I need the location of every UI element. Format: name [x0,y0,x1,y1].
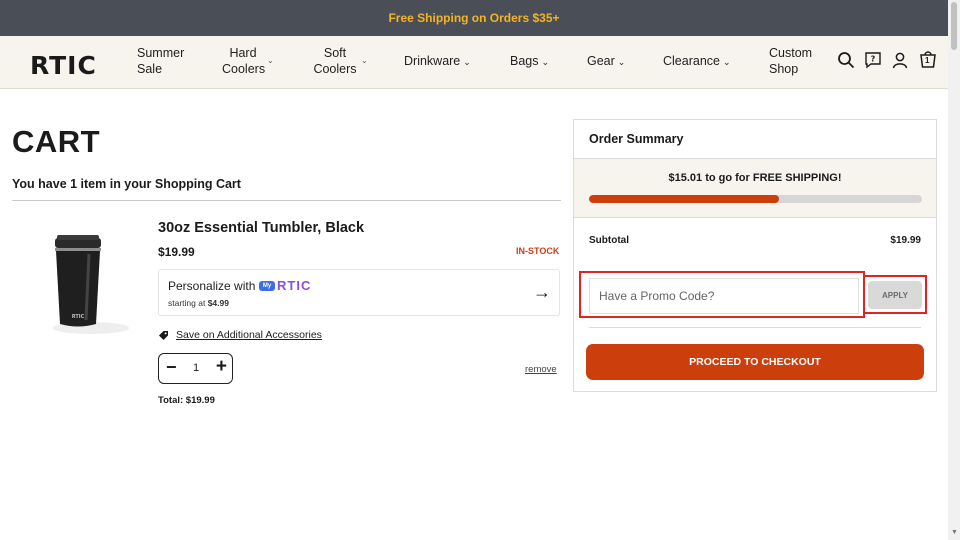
promo-code-input[interactable] [589,278,859,314]
svg-text:RTIC: RTIC [72,314,85,320]
scrollbar-thumb[interactable] [951,2,957,50]
divider [12,200,561,201]
increase-quantity-button[interactable]: + [216,356,227,378]
chevron-down-icon: ⌄ [541,57,550,67]
nav-item-drinkware[interactable]: Drinkware ⌄ [404,53,471,70]
item-total-label: Total: [158,395,184,406]
additional-accessories-link[interactable]: Save on Additional Accessories [176,329,322,341]
quantity-stepper: − 1 + [158,353,233,384]
banner-text: Free Shipping on Orders $35+ [388,11,560,25]
promo-banner: Free Shipping on Orders $35+ [0,0,948,36]
myrtic-logo-prefix: My [259,281,275,291]
scroll-down-arrow-icon[interactable]: ▼ [951,529,958,536]
order-summary-title: Order Summary [589,132,684,146]
nav-item-summer-sale[interactable]: Summer Sale [137,45,184,77]
quantity-value[interactable]: 1 [193,362,199,374]
chevron-down-icon: ⌄ [463,57,471,67]
free-shipping-progress: $15.01 to go for FREE SHIPPING! [574,159,936,218]
shipping-progress-bar [589,195,922,203]
personalize-label: Personalize with [168,279,256,293]
nav-item-clearance[interactable]: Clearance ⌄ [663,53,731,70]
subtotal-label: Subtotal [589,235,629,246]
order-summary-panel: Order Summary $15.01 to go for FREE SHIP… [573,119,937,392]
item-total-value: $19.99 [185,395,215,406]
nav-label: Custom [769,46,813,60]
shipping-progress-fill [589,195,779,203]
account-icon[interactable] [891,51,909,69]
nav-label: Hard [229,46,257,60]
rtic-logo[interactable]: RTIC [30,51,97,80]
nav-label: Drinkware [404,54,461,68]
nav-label: Clearance [663,54,720,68]
divider [589,327,921,328]
personalize-starting-price: starting at $4.99 [168,298,229,308]
myrtic-logo: RTIC [277,278,312,293]
remove-item-link[interactable]: remove [525,364,557,375]
item-total: Total: $19.99 [158,395,215,406]
svg-text:?: ? [871,55,876,64]
nav-item-hard-coolers[interactable]: Hard Coolers [222,45,266,77]
stock-status-badge: IN-STOCK [516,246,560,256]
chevron-down-icon: ⌄ [617,57,626,67]
cart-item-count: You have 1 item in your Shopping Cart [12,177,241,191]
chevron-down-icon: ⌄ [361,56,368,65]
arrow-right-icon: → [533,282,551,302]
free-shipping-message: $15.01 to go for FREE SHIPPING! [668,172,842,184]
order-summary-header: Order Summary [574,120,936,159]
cart-count-badge: 1 [925,56,930,65]
product-name[interactable]: 30oz Essential Tumbler, Black [158,220,364,236]
page-title: CART [12,124,101,159]
page-scrollbar[interactable]: ▼ [948,0,960,540]
nav-item-gear[interactable]: Gear ⌄ [587,53,625,70]
proceed-to-checkout-button[interactable]: PROCEED TO CHECKOUT [586,344,924,380]
nav-label: Coolers [313,62,357,76]
tag-icon [159,331,168,340]
search-icon[interactable] [837,51,855,69]
starting-at-label: starting at [168,298,206,308]
decrease-quantity-button[interactable]: − [166,357,177,378]
nav-label: Summer [137,46,185,60]
top-navigation: RTIC Summer Sale Hard Coolers ⌄ Soft Coo… [0,36,948,89]
nav-label: Bags [510,54,539,68]
product-price: $19.99 [158,245,195,259]
nav-label: Sale [137,62,163,76]
apply-promo-button[interactable]: APPLY [868,281,922,309]
chevron-down-icon: ⌄ [267,56,274,65]
nav-label: Gear [587,54,615,68]
starting-at-price: $4.99 [207,298,229,308]
nav-item-soft-coolers[interactable]: Soft Coolers [313,45,357,77]
cart-icon[interactable]: 1 [918,49,938,69]
subtotal-value: $19.99 [890,235,921,246]
nav-label: Soft [323,46,347,60]
nav-item-custom-shop[interactable]: Custom Shop [769,45,812,77]
nav-label: Coolers [222,62,266,76]
nav-label: Shop [769,62,799,76]
chevron-down-icon: ⌄ [722,57,731,67]
product-image[interactable]: RTIC [45,232,135,338]
chat-help-icon[interactable]: ? [864,51,882,69]
personalize-option[interactable]: Personalize with My RTIC starting at $4.… [158,269,560,316]
nav-item-bags[interactable]: Bags ⌄ [510,53,549,70]
